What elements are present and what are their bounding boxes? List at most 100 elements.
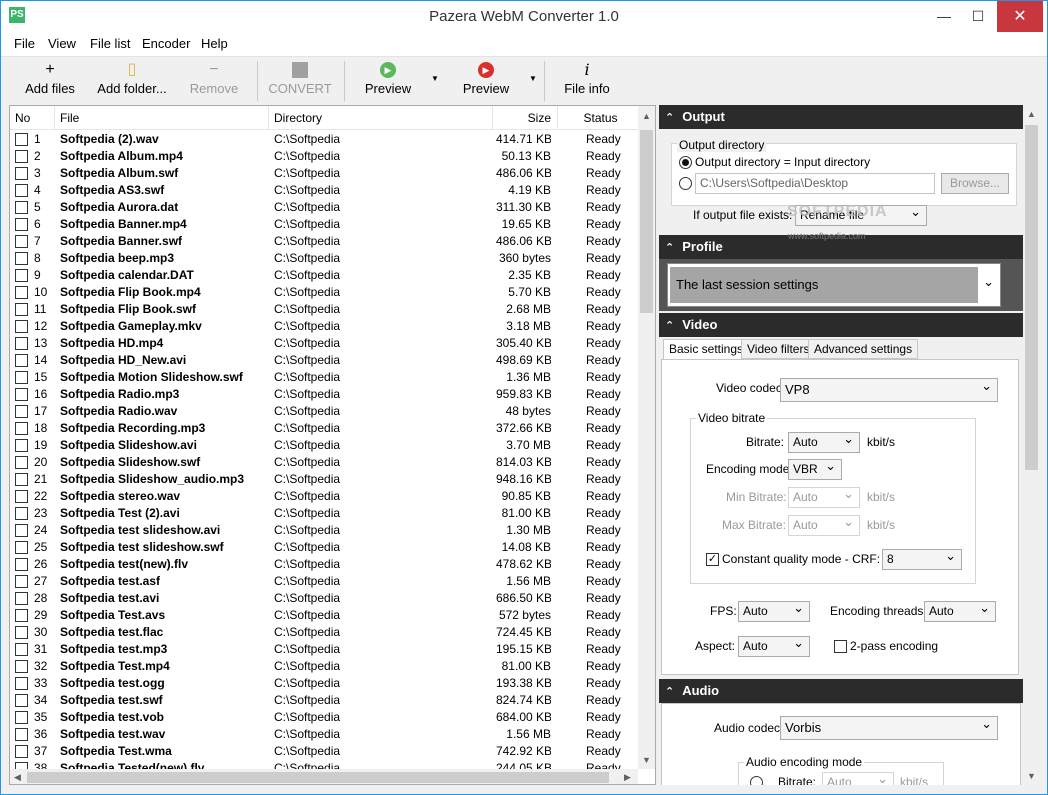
audio-section-header[interactable]: ⌃ Audio [659, 679, 1023, 703]
max-bitrate-select[interactable]: Auto [788, 512, 860, 536]
row-checkbox[interactable] [15, 252, 28, 265]
same-as-input-radio[interactable] [679, 156, 692, 169]
same-as-input-label[interactable]: Output directory = Input directory [695, 152, 870, 172]
preview-button-2[interactable]: ▶ Preview [455, 57, 517, 105]
tab-advanced-settings[interactable]: Advanced settings [808, 339, 919, 359]
preview-button[interactable]: ▶ Preview [357, 57, 419, 105]
audio-bitrate-radio[interactable] [750, 776, 763, 785]
row-checkbox[interactable] [15, 626, 28, 639]
col-size-header[interactable]: Size [493, 106, 558, 130]
menu-view[interactable]: View [44, 32, 80, 56]
encoding-threads-select[interactable]: Auto [924, 598, 996, 622]
crf-checkbox[interactable]: ✓ [706, 553, 719, 566]
table-row[interactable]: 29 Softpedia Test.avs C:\Softpedia 572 byte… [10, 607, 638, 624]
scroll-up-icon[interactable]: ▲ [642, 111, 651, 121]
menu-encoder[interactable]: Encoder [138, 32, 194, 56]
browse-button[interactable]: Browse... [941, 173, 1009, 194]
table-row[interactable]: 7 Softpedia Banner.swf C:\Softpedia 486.06 … [10, 233, 638, 250]
table-row[interactable]: 32 Softpedia Test.mp4 C:\Softpedia 81.00 KB… [10, 658, 638, 675]
file-list-horizontal-scrollbar[interactable]: ◀ ▶ [10, 769, 638, 784]
row-checkbox[interactable] [15, 422, 28, 435]
col-status-header[interactable]: Status [558, 106, 638, 130]
row-checkbox[interactable] [15, 524, 28, 537]
tab-video-filters[interactable]: Video filters [741, 339, 816, 359]
row-checkbox[interactable] [15, 201, 28, 214]
close-button[interactable]: ✕ [997, 1, 1043, 32]
output-path-input[interactable]: C:\Users\Softpedia\Desktop [695, 173, 935, 194]
col-directory-header[interactable]: Directory [269, 106, 493, 130]
row-checkbox[interactable] [15, 473, 28, 486]
row-checkbox[interactable] [15, 609, 28, 622]
table-row[interactable]: 1 Softpedia (2).wav C:\Softpedia 414.71 KB R… [10, 131, 638, 148]
row-checkbox[interactable] [15, 337, 28, 350]
row-checkbox[interactable] [15, 660, 28, 673]
settings-vertical-scrollbar[interactable]: ▲ ▼ [1023, 105, 1040, 785]
title-bar[interactable]: PS Pazera WebM Converter 1.0 — ☐ ✕ [1, 1, 1047, 32]
table-row[interactable]: 30 Softpedia test.flac C:\Softpedia 724.45 … [10, 624, 638, 641]
table-row[interactable]: 4 Softpedia AS3.swf C:\Softpedia 4.19 KB Rea… [10, 182, 638, 199]
table-row[interactable]: 24 Softpedia test slideshow.avi C:\Softped… [10, 522, 638, 539]
two-pass-checkbox[interactable] [834, 640, 847, 653]
table-row[interactable]: 23 Softpedia Test (2).avi C:\Softpedia 81.0… [10, 505, 638, 522]
scroll-down-icon[interactable]: ▼ [1027, 771, 1036, 781]
table-row[interactable]: 6 Softpedia Banner.mp4 C:\Softpedia 19.65 K… [10, 216, 638, 233]
row-checkbox[interactable] [15, 405, 28, 418]
table-row[interactable]: 19 Softpedia Slideshow.avi C:\Softpedia 3.7… [10, 437, 638, 454]
bitrate-select[interactable]: Auto [788, 429, 860, 453]
row-checkbox[interactable] [15, 388, 28, 401]
row-checkbox[interactable] [15, 184, 28, 197]
table-row[interactable]: 18 Softpedia Recording.mp3 C:\Softpedia 372… [10, 420, 638, 437]
row-checkbox[interactable] [15, 320, 28, 333]
row-checkbox[interactable] [15, 507, 28, 520]
file-list[interactable]: No File Directory Size Status 1 Softpedia… [9, 105, 656, 785]
minimize-button[interactable]: — [927, 1, 961, 32]
scroll-down-icon[interactable]: ▼ [642, 755, 651, 765]
row-checkbox[interactable] [15, 728, 28, 741]
table-row[interactable]: 20 Softpedia Slideshow.swf C:\Softpedia 814… [10, 454, 638, 471]
table-row[interactable]: 37 Softpedia Test.wma C:\Softpedia 742.92 K… [10, 743, 638, 760]
file-list-vertical-scrollbar[interactable]: ▲ ▼ [638, 106, 655, 769]
table-row[interactable]: 36 Softpedia test.wav C:\Softpedia 1.56 MB R… [10, 726, 638, 743]
table-row[interactable]: 34 Softpedia test.swf C:\Softpedia 824.74 K… [10, 692, 638, 709]
two-pass-label[interactable]: 2-pass encoding [850, 636, 938, 656]
table-row[interactable]: 31 Softpedia test.mp3 C:\Softpedia 195.15 K… [10, 641, 638, 658]
row-checkbox[interactable] [15, 269, 28, 282]
row-checkbox[interactable] [15, 745, 28, 758]
row-checkbox[interactable] [15, 218, 28, 231]
scrollbar-thumb[interactable] [1025, 125, 1038, 470]
profile-select[interactable]: The last session settings ⌄ [667, 263, 1001, 307]
custom-directory-radio[interactable] [679, 177, 692, 190]
scrollbar-thumb[interactable] [27, 772, 609, 783]
row-checkbox[interactable] [15, 694, 28, 707]
table-row[interactable]: 33 Softpedia test.ogg C:\Softpedia 193.38 K… [10, 675, 638, 692]
table-row[interactable]: 35 Softpedia test.vob C:\Softpedia 684.00 K… [10, 709, 638, 726]
table-row[interactable]: 27 Softpedia test.asf C:\Softpedia 1.56 MB R… [10, 573, 638, 590]
crf-select[interactable]: 8 [882, 546, 962, 570]
row-checkbox[interactable] [15, 371, 28, 384]
row-checkbox[interactable] [15, 558, 28, 571]
add-folder-button[interactable]: ▯ Add folder... [93, 57, 171, 105]
remove-button[interactable]: − Remove [185, 57, 243, 105]
table-row[interactable]: 22 Softpedia stereo.wav C:\Softpedia 90.85 … [10, 488, 638, 505]
preview-dropdown-arrow-icon[interactable]: ▼ [431, 74, 439, 83]
row-checkbox[interactable] [15, 592, 28, 605]
table-row[interactable]: 10 Softpedia Flip Book.mp4 C:\Softpedia 5.7… [10, 284, 638, 301]
output-section-header[interactable]: ⌃ Output [659, 105, 1023, 129]
scroll-right-icon[interactable]: ▶ [624, 772, 631, 783]
row-checkbox[interactable] [15, 643, 28, 656]
row-checkbox[interactable] [15, 439, 28, 452]
aspect-select[interactable]: Auto [738, 633, 810, 657]
fps-select[interactable]: Auto [738, 598, 810, 622]
min-bitrate-select[interactable]: Auto [788, 484, 860, 508]
table-row[interactable]: 11 Softpedia Flip Book.swf C:\Softpedia 2.6… [10, 301, 638, 318]
table-row[interactable]: 28 Softpedia test.avi C:\Softpedia 686.50 K… [10, 590, 638, 607]
scroll-up-icon[interactable]: ▲ [1027, 109, 1036, 119]
row-checkbox[interactable] [15, 490, 28, 503]
row-checkbox[interactable] [15, 167, 28, 180]
tab-basic-settings[interactable]: Basic settings [663, 339, 750, 360]
menu-file-list[interactable]: File list [86, 32, 134, 56]
table-row[interactable]: 26 Softpedia test(new).flv C:\Softpedia 478… [10, 556, 638, 573]
maximize-button[interactable]: ☐ [961, 1, 995, 32]
table-row[interactable]: 14 Softpedia HD_New.avi C:\Softpedia 498.69… [10, 352, 638, 369]
row-checkbox[interactable] [15, 150, 28, 163]
